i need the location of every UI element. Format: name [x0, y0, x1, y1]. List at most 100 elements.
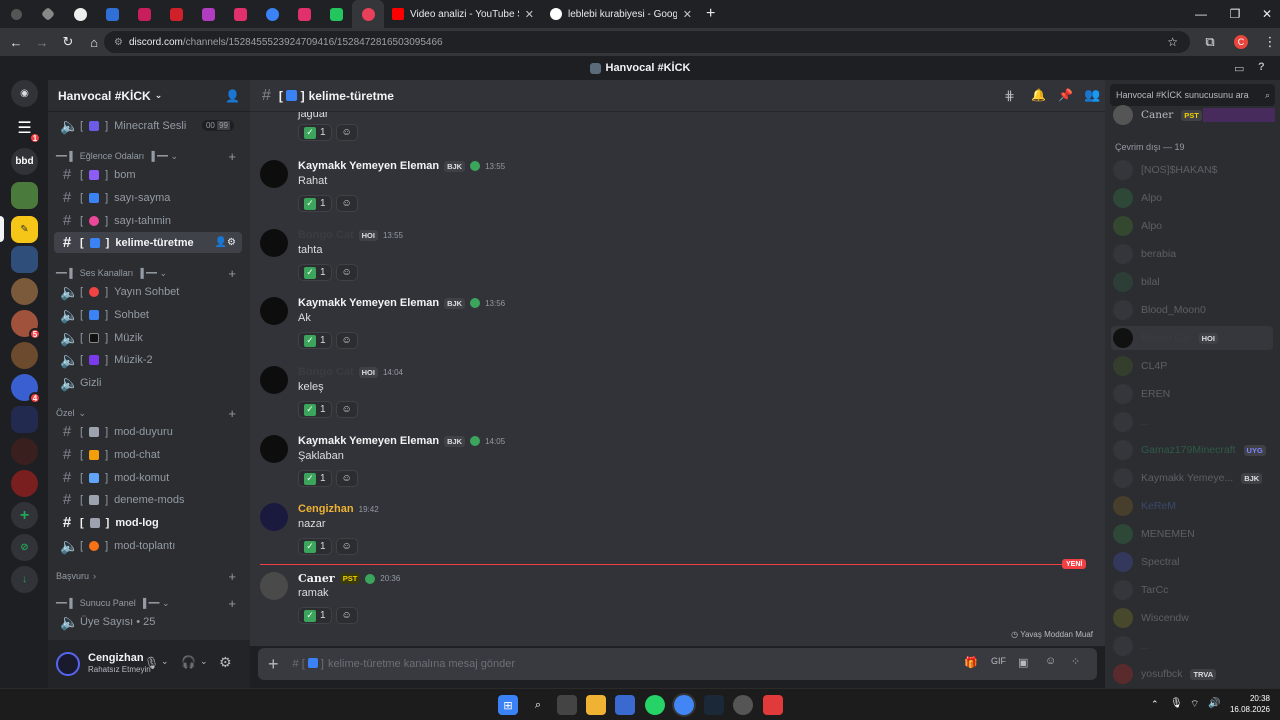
user-info[interactable]: Cengizhan Rahatsız Etmeyin [88, 652, 151, 676]
voice-channel-mod-toplanti[interactable]: 🔈[ ] mod-toplantı [54, 535, 242, 556]
category-voice[interactable]: ━━ ▌ Ses Kanalları ▐ ━━ ⌄ + [56, 265, 242, 281]
help-icon[interactable]: ? [1258, 61, 1265, 73]
add-member-icon[interactable]: 👤 [225, 89, 240, 103]
category-fun[interactable]: ━━ ▌ Eğlence Odaları ▐ ━━ ⌄ + [56, 148, 242, 164]
message-author[interactable]: Kaymakk Yemeyen Eleman BJK 13:56 [298, 297, 505, 309]
sticker-icon[interactable]: ▣ [1018, 656, 1028, 669]
avatar[interactable] [260, 572, 288, 600]
tray-chevron-icon[interactable]: ⌃ [1151, 699, 1159, 710]
voice-channel-minecraft[interactable]: 🔈[ ] Minecraft Sesli 00 99 [54, 115, 242, 136]
reaction-check[interactable]: ✓ 1 [298, 195, 332, 212]
steam-icon[interactable] [704, 695, 724, 715]
chrome-icon[interactable] [674, 695, 694, 715]
microphone-icon[interactable]: 🎙 [144, 656, 159, 670]
member-item[interactable]: Wiscendw [1113, 606, 1273, 630]
tab-icon[interactable] [0, 0, 32, 28]
server-icon[interactable] [11, 406, 38, 433]
server-bbd[interactable]: bbd [11, 148, 38, 175]
category-private[interactable]: Özel ⌄ + [56, 405, 242, 421]
message-author[interactable]: Caner PST 20:36 [298, 572, 400, 585]
message-author[interactable]: Bongo Cat HOI 14:04 [298, 366, 403, 378]
server-icon[interactable] [11, 470, 38, 497]
forward-icon[interactable]: → [30, 30, 54, 54]
avatar[interactable] [260, 229, 288, 257]
bell-icon[interactable]: 🔔 [1031, 88, 1046, 102]
voice-channel-yayin[interactable]: 🔈[] Yayın Sohbet [54, 281, 242, 302]
channel-mod-duyuru[interactable]: #[ ] mod-duyuru [54, 421, 242, 442]
reaction-check[interactable]: ✓ 1 [298, 264, 332, 281]
server-icon[interactable] [11, 278, 38, 305]
add-reaction-icon[interactable]: ☺ [335, 607, 358, 624]
server-icon[interactable] [11, 246, 38, 273]
avatar[interactable] [260, 503, 288, 531]
minimize-icon[interactable]: — [1184, 0, 1218, 28]
add-reaction-icon[interactable]: ☺ [335, 264, 358, 281]
server-icon[interactable]: 4 [11, 374, 41, 404]
microphone-icon[interactable]: 🎙 [1170, 698, 1183, 709]
reaction-check[interactable]: ✓ 1 [298, 470, 332, 487]
member-item[interactable]: Spectral [1113, 550, 1273, 574]
gif-icon[interactable]: GIF [991, 656, 1006, 666]
task-view-icon[interactable] [557, 695, 577, 715]
tab-icon[interactable] [224, 0, 256, 28]
search-icon[interactable]: ⌕ [528, 695, 548, 715]
plus-icon[interactable]: + [268, 654, 279, 675]
tab-icon[interactable] [160, 0, 192, 28]
member-item[interactable]: ... [1113, 410, 1273, 434]
server-icon[interactable] [11, 438, 38, 465]
voice-channel-gizli[interactable]: 🔈 Gizli [54, 372, 242, 393]
add-server-icon[interactable]: + [11, 502, 38, 529]
server-icon[interactable]: 5 [11, 310, 41, 340]
member-item[interactable]: TarCc [1113, 578, 1273, 602]
tab-icon[interactable] [32, 0, 64, 28]
apps-icon[interactable]: ⁘ [1071, 655, 1080, 668]
voice-channel-muzik-2[interactable]: 🔈[ ] Müzik-2 [54, 349, 242, 370]
back-icon[interactable]: ← [4, 30, 28, 54]
member-item[interactable]: Kaymakk Yemeye... BJK [1113, 466, 1273, 490]
channel-bom[interactable]: #[ ] bom [54, 164, 242, 185]
headphones-icon[interactable]: 🎧 [181, 655, 196, 669]
maximize-icon[interactable]: ❐ [1218, 0, 1252, 28]
member-list-icon[interactable]: 👥 [1084, 87, 1100, 103]
avatar[interactable] [260, 366, 288, 394]
clock[interactable]: 20:38 16.08.2026 [1226, 693, 1270, 715]
reaction-check[interactable]: ✓ 1 [298, 124, 332, 141]
member-item[interactable]: CL4P [1113, 354, 1273, 378]
member-item[interactable]: yosufbck TRVA [1113, 662, 1273, 686]
voice-channel-uye-sayisi[interactable]: 🔈 Üye Sayısı • 25 [54, 611, 242, 632]
channel-kelime-turetme[interactable]: #[ ] kelime-türetme 👤⚙ [54, 232, 242, 253]
reaction-check[interactable]: ✓ 1 [298, 538, 332, 555]
url-field[interactable]: ⚙ discord.com/channels/15284555239247094… [104, 31, 1190, 53]
tab-icon[interactable] [128, 0, 160, 28]
download-icon[interactable]: ↓ [11, 566, 38, 593]
voice-channel-muzik[interactable]: 🔈[ ] Müzik [54, 327, 242, 348]
reaction-check[interactable]: ✓ 1 [298, 332, 332, 349]
category-panel[interactable]: ━━ ▌ Sunucu Panel ▐ ━━ ⌄ + [56, 595, 242, 611]
settings-icon[interactable]: ⚙ [219, 654, 232, 671]
member-item[interactable]: Alpo [1113, 186, 1273, 210]
inbox-icon[interactable]: ▭ [1234, 62, 1244, 75]
channel-deneme-mods[interactable]: #[ ] deneme-mods [54, 489, 242, 510]
avatar[interactable] [260, 297, 288, 325]
member-item[interactable]: ... [1113, 634, 1273, 658]
menu-kebab-icon[interactable]: ⋮ [1258, 30, 1280, 54]
member-item[interactable]: Alpo [1113, 214, 1273, 238]
channel-mod-komut[interactable]: #[ ] mod-komut [54, 467, 242, 488]
start-icon[interactable]: ⊞ [498, 695, 518, 715]
file-explorer-icon[interactable] [586, 695, 606, 715]
server-icon[interactable]: ☰ 1 [11, 114, 41, 144]
settings-icon[interactable]: 👤⚙ [215, 237, 236, 248]
tab-icon[interactable] [64, 0, 96, 28]
tab-youtube-studio[interactable]: Video analizi - YouTube Studio ✕ [384, 0, 542, 28]
message-author[interactable]: Kaymakk Yemeyen Eleman BJK 14:05 [298, 435, 505, 447]
emoji-icon[interactable]: ☺ [1045, 655, 1056, 667]
close-window-icon[interactable]: ✕ [1250, 0, 1280, 28]
app-icon[interactable] [733, 695, 753, 715]
home-icon[interactable]: ⌂ [82, 30, 106, 54]
pin-icon[interactable]: 📌 [1058, 88, 1073, 102]
member-item[interactable]: bilal [1113, 270, 1273, 294]
avatar[interactable] [56, 652, 80, 676]
whatsapp-icon[interactable] [645, 695, 665, 715]
close-icon[interactable]: ✕ [525, 8, 534, 21]
add-reaction-icon[interactable]: ☺ [335, 332, 358, 349]
